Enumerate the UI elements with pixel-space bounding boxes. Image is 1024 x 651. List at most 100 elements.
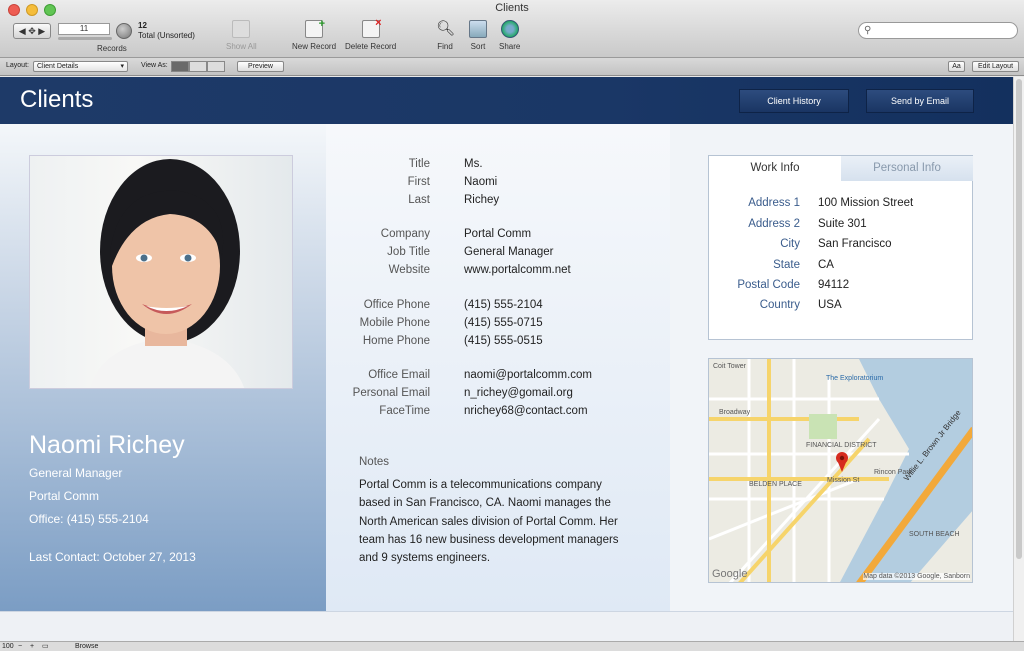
field-label: Mobile Phone	[359, 317, 430, 329]
zoom-level[interactable]: 100	[2, 642, 14, 651]
personal-email-field[interactable]: n_richey@gomail.org	[464, 387, 573, 399]
title-field[interactable]: Ms.	[464, 158, 483, 170]
office-phone-field[interactable]: (415) 555-2104	[464, 299, 543, 311]
field-label: Office Phone	[363, 299, 430, 311]
mobile-phone-field[interactable]: (415) 555-0715	[464, 317, 543, 329]
share-button[interactable]: Share	[499, 20, 520, 51]
client-company: Portal Comm	[29, 489, 100, 503]
profile-panel: Naomi Richey General Manager Portal Comm…	[0, 124, 326, 611]
layout-bar: Layout: Client Details ▾ View As: Preview…	[0, 58, 1024, 76]
map-attribution: Map data ©2013 Google, Sanborn	[863, 573, 970, 580]
map-label: Broadway	[719, 409, 751, 416]
tab-work-info[interactable]: Work Info	[709, 156, 841, 181]
address-label: Address 2	[748, 218, 800, 230]
website-field[interactable]: www.portalcomm.net	[464, 264, 571, 276]
client-photo[interactable]	[29, 155, 293, 389]
content-area: Clients Client History Send by Email Nao…	[0, 77, 1024, 641]
magnifier-icon: 🔍︎	[436, 20, 456, 37]
preview-button[interactable]: Preview	[237, 61, 284, 72]
field-label: Personal Email	[352, 387, 430, 399]
home-phone-field[interactable]: (415) 555-0515	[464, 335, 543, 347]
share-icon	[500, 20, 519, 38]
view-as-label: View As:	[141, 62, 168, 69]
record-total: 12 Total (Unsorted)	[138, 21, 195, 41]
first-name-field[interactable]: Naomi	[464, 176, 497, 188]
notes-field[interactable]: Portal Comm is a telecommunications comp…	[359, 476, 629, 567]
tab-personal-info[interactable]: Personal Info	[841, 156, 973, 181]
layout-label: Layout:	[6, 62, 29, 69]
client-history-button[interactable]: Client History	[739, 89, 849, 113]
address2-field[interactable]: Suite 301	[818, 218, 867, 230]
edit-layout-button[interactable]: Edit Layout	[972, 61, 1019, 72]
search-field[interactable]: ⚲	[858, 22, 1018, 39]
scrollbar-thumb[interactable]	[1016, 79, 1022, 559]
current-record-field[interactable]: 11	[58, 23, 110, 35]
client-name: Naomi Richey	[29, 431, 185, 459]
location-map[interactable]: Coit Tower The Exploratorium Broadway FI…	[708, 358, 973, 583]
table-view-button[interactable]	[207, 61, 225, 72]
address1-field[interactable]: 100 Mission Street	[818, 197, 913, 209]
field-label: FaceTime	[379, 405, 430, 417]
field-label: First	[407, 176, 430, 188]
delete-record-button[interactable]: × Delete Record	[345, 17, 396, 51]
google-logo: Google	[712, 568, 748, 580]
chevron-down-icon: ▾	[120, 63, 124, 70]
record-navigation-arrows[interactable]: ◀ ✥ ▶	[13, 23, 51, 39]
layout-header: Clients Client History Send by Email	[0, 77, 1013, 124]
mode-indicator[interactable]: Browse	[75, 642, 98, 651]
facetime-field[interactable]: nrichey68@contact.com	[464, 405, 588, 417]
field-label: Company	[380, 228, 430, 240]
address-label: Country	[759, 299, 800, 311]
country-field[interactable]: USA	[818, 299, 842, 311]
record-slider[interactable]	[58, 37, 112, 40]
office-email-field[interactable]: naomi@portalcomm.com	[464, 369, 592, 381]
info-tabs: Work Info Personal Info	[709, 156, 973, 181]
new-record-icon: +	[305, 18, 325, 38]
search-icon: ⚲	[864, 25, 872, 36]
details-panel: Title Ms. First Naomi Last Richey Compan…	[326, 124, 670, 611]
total-label: Total (Unsorted)	[138, 31, 195, 40]
notes-label: Notes	[359, 456, 390, 468]
status-bar: 100 − + ▭ Browse	[0, 641, 1024, 651]
address-label: State	[773, 259, 800, 271]
show-all-button[interactable]: Show All	[226, 20, 257, 51]
client-office-phone: Office: (415) 555-2104	[29, 512, 149, 526]
map-label: SOUTH BEACH	[909, 531, 960, 538]
records-label: Records	[97, 44, 127, 53]
map-label: Coit Tower	[713, 363, 746, 370]
job-title-field[interactable]: General Manager	[464, 246, 554, 258]
address-label: Postal Code	[737, 279, 800, 291]
pie-chart-icon	[116, 23, 132, 39]
client-job: General Manager	[29, 466, 123, 480]
vertical-scrollbar[interactable]	[1013, 77, 1024, 641]
send-by-email-button[interactable]: Send by Email	[866, 89, 974, 113]
postal-code-field[interactable]: 94112	[818, 279, 849, 291]
layout-select[interactable]: Client Details ▾	[33, 61, 128, 72]
delete-record-icon: ×	[361, 17, 382, 38]
field-label: Job Title	[387, 246, 430, 258]
state-field[interactable]: CA	[818, 259, 834, 271]
field-label: Website	[388, 264, 430, 276]
address-label: Address 1	[748, 197, 800, 209]
sort-icon	[469, 20, 487, 38]
map-label: FINANCIAL DISTRICT	[806, 442, 877, 449]
info-panel: Work Info Personal Info Address 1 100 Mi…	[670, 124, 1013, 611]
map-streets	[709, 359, 972, 582]
find-button[interactable]: 🔍︎ Find	[436, 20, 456, 51]
total-count: 12	[138, 21, 147, 30]
company-field[interactable]: Portal Comm	[464, 228, 531, 240]
list-view-button[interactable]	[189, 61, 207, 72]
footer-area	[0, 611, 1013, 641]
new-record-button[interactable]: + New Record	[292, 18, 336, 51]
page-title: Clients	[20, 86, 94, 113]
address-card: Work Info Personal Info Address 1 100 Mi…	[708, 155, 973, 340]
status-toolbar-icon[interactable]: ▭	[42, 642, 49, 651]
form-view-button[interactable]	[171, 61, 189, 72]
portrait-image	[90, 159, 245, 388]
text-formatting-button[interactable]: Aa	[948, 61, 965, 72]
last-name-field[interactable]: Richey	[464, 194, 499, 206]
city-field[interactable]: San Francisco	[818, 238, 892, 250]
zoom-in-icon[interactable]: +	[30, 642, 34, 651]
zoom-out-icon[interactable]: −	[18, 642, 22, 651]
sort-button[interactable]: Sort	[469, 20, 487, 51]
